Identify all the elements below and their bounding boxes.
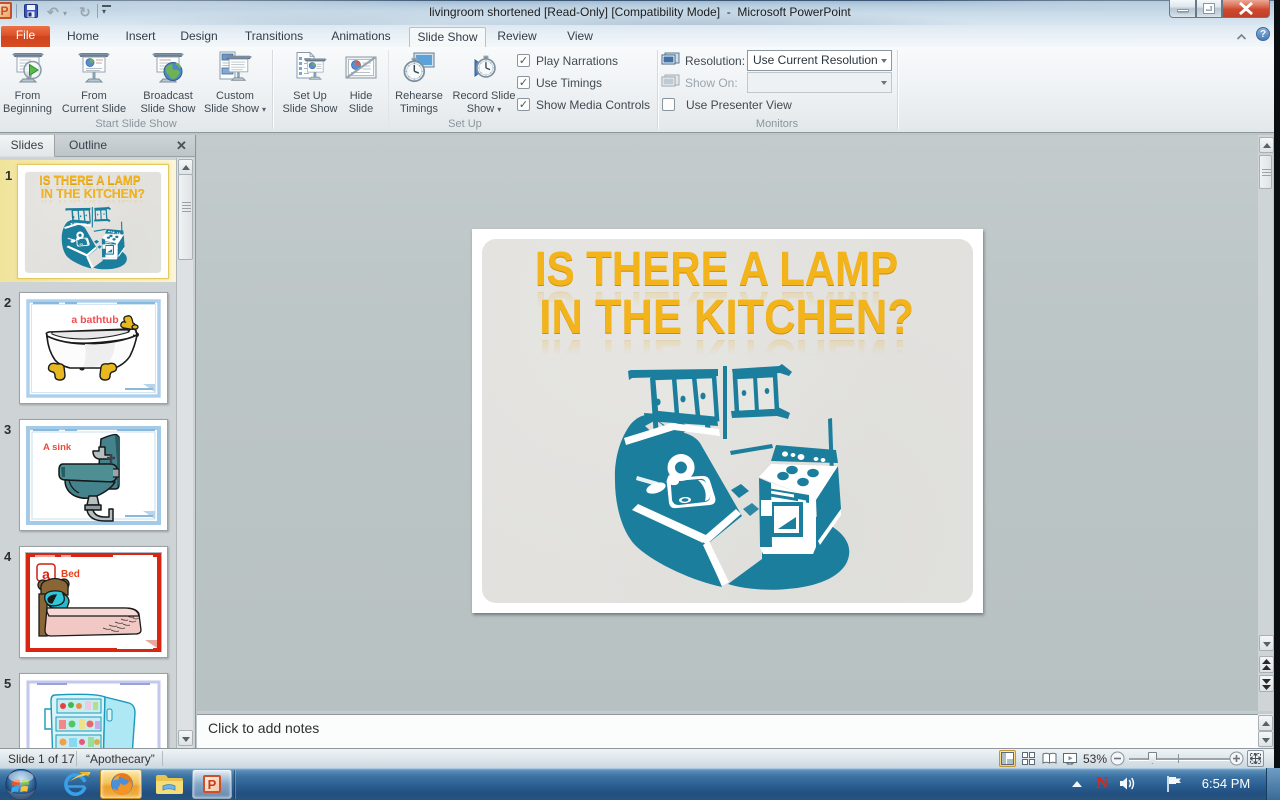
svg-text:Bed: Bed [61, 569, 80, 580]
svg-text:a bathtub: a bathtub [71, 314, 118, 326]
svg-text:A sink: A sink [43, 442, 72, 453]
